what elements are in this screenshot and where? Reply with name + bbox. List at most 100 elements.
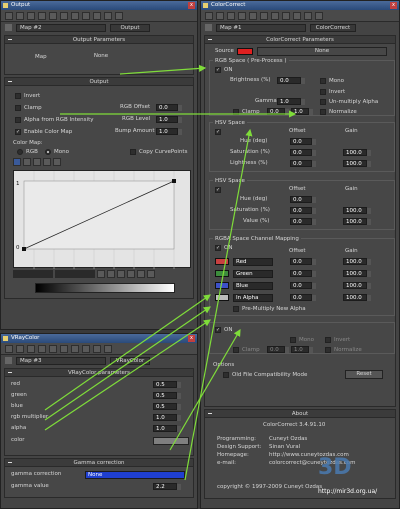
go-parent-icon[interactable] bbox=[304, 12, 312, 20]
go-sibling-icon[interactable] bbox=[115, 12, 123, 20]
map-slot-button[interactable]: None bbox=[61, 53, 141, 62]
make-unique-icon[interactable] bbox=[49, 345, 57, 353]
hue2-offset-spinner[interactable]: 0.0 bbox=[290, 196, 316, 203]
show-map-icon[interactable] bbox=[82, 345, 90, 353]
mono-checkbox[interactable] bbox=[320, 78, 326, 84]
eyedropper-icon[interactable] bbox=[5, 357, 12, 364]
insert-point-icon[interactable] bbox=[33, 158, 41, 166]
material-id-icon[interactable] bbox=[71, 12, 79, 20]
rgb-multiplier-spinner[interactable]: 1.0 bbox=[153, 414, 181, 421]
curve-x-field[interactable] bbox=[13, 270, 53, 278]
colorcorrect-map-name[interactable]: Map #1 bbox=[216, 23, 306, 32]
saturation-offset-spinner[interactable]: 0.0 bbox=[290, 149, 316, 156]
source-color-swatch[interactable] bbox=[237, 48, 253, 55]
colorcorrect-titlebar[interactable]: ColorCorrect x bbox=[201, 1, 399, 10]
show-end-result-icon[interactable] bbox=[93, 12, 101, 20]
unmultiply-checkbox[interactable] bbox=[320, 99, 326, 105]
post-clamp-min-spinner[interactable]: 0.0 bbox=[267, 346, 289, 353]
output-header[interactable]: Output bbox=[5, 78, 193, 86]
vraycolor-map-type-button[interactable]: VRayColor bbox=[110, 356, 150, 365]
go-parent-icon[interactable] bbox=[104, 12, 112, 20]
zoom-region-icon[interactable] bbox=[147, 270, 155, 278]
blue-spinner[interactable]: 0.5 bbox=[153, 403, 181, 410]
green-offset-spinner[interactable]: 0.0 bbox=[290, 270, 316, 277]
pick-material-icon[interactable] bbox=[5, 12, 13, 20]
rgb-radio[interactable] bbox=[17, 149, 23, 155]
assign-material-icon[interactable] bbox=[227, 12, 235, 20]
show-end-result-icon[interactable] bbox=[93, 345, 101, 353]
put-to-scene-icon[interactable] bbox=[16, 345, 24, 353]
put-to-library-icon[interactable] bbox=[260, 12, 268, 20]
red-spinner[interactable]: 0.5 bbox=[153, 381, 181, 388]
green-spinner[interactable]: 0.5 bbox=[153, 392, 181, 399]
vraycolor-params-header[interactable]: VRayColor parameters bbox=[5, 369, 193, 377]
gamma-correction-header[interactable]: Gamma correction bbox=[5, 459, 193, 467]
alpha-swatch[interactable] bbox=[215, 294, 229, 301]
make-unique-icon[interactable] bbox=[49, 12, 57, 20]
scale-point-icon[interactable] bbox=[23, 158, 31, 166]
green-gain-spinner[interactable]: 100.0 bbox=[343, 270, 371, 277]
value-offset-spinner[interactable]: 0.0 bbox=[290, 218, 316, 225]
clamp-checkbox[interactable] bbox=[233, 109, 239, 115]
post-clamp-checkbox[interactable] bbox=[233, 347, 239, 353]
saturation2-offset-spinner[interactable]: 0.0 bbox=[290, 207, 316, 214]
red-offset-spinner[interactable]: 0.0 bbox=[290, 258, 316, 265]
colorcorrect-params-header[interactable]: ColorCorrect Parameters bbox=[205, 36, 395, 44]
copy-curve-checkbox[interactable] bbox=[130, 149, 136, 155]
post-mono-checkbox[interactable] bbox=[290, 337, 296, 343]
show-end-result-icon[interactable] bbox=[293, 12, 301, 20]
saturation2-gain-spinner[interactable]: 100.0 bbox=[343, 207, 371, 214]
red-channel-dropdown[interactable]: Red bbox=[233, 258, 273, 266]
rgb-level-spinner[interactable]: 1.0 bbox=[156, 116, 182, 123]
source-map-button[interactable]: None bbox=[257, 47, 387, 56]
material-id-icon[interactable] bbox=[271, 12, 279, 20]
put-to-library-icon[interactable] bbox=[60, 345, 68, 353]
put-to-scene-icon[interactable] bbox=[216, 12, 224, 20]
color-swatch[interactable] bbox=[153, 437, 189, 445]
brightness-spinner[interactable]: 0.0 bbox=[277, 77, 305, 84]
go-sibling-icon[interactable] bbox=[315, 12, 323, 20]
post-clamp-max-spinner[interactable]: 1.0 bbox=[291, 346, 313, 353]
normalize-checkbox[interactable] bbox=[320, 109, 326, 115]
zoom-vertical-icon[interactable] bbox=[127, 270, 135, 278]
vraycolor-map-name[interactable]: Map #3 bbox=[16, 356, 106, 365]
hue-offset-spinner[interactable]: 0.0 bbox=[290, 138, 316, 145]
material-id-icon[interactable] bbox=[71, 345, 79, 353]
put-to-scene-icon[interactable] bbox=[16, 12, 24, 20]
reset-map-icon[interactable] bbox=[238, 12, 246, 20]
move-point-icon[interactable] bbox=[13, 158, 21, 166]
rgb-on-checkbox[interactable] bbox=[215, 67, 221, 73]
old-compat-checkbox[interactable] bbox=[223, 372, 229, 378]
premult-checkbox[interactable] bbox=[233, 306, 239, 312]
pick-material-icon[interactable] bbox=[5, 345, 13, 353]
show-map-icon[interactable] bbox=[82, 12, 90, 20]
about-header[interactable]: About bbox=[205, 410, 395, 418]
close-icon[interactable]: x bbox=[188, 2, 195, 9]
green-swatch[interactable] bbox=[215, 270, 229, 277]
make-unique-icon[interactable] bbox=[249, 12, 257, 20]
clamp-max-spinner[interactable]: 1.0 bbox=[291, 108, 313, 115]
saturation-gain-spinner[interactable]: 100.0 bbox=[343, 149, 371, 156]
enable-color-map-checkbox[interactable] bbox=[15, 129, 21, 135]
blue-gain-spinner[interactable]: 100.0 bbox=[343, 282, 371, 289]
reset-map-icon[interactable] bbox=[38, 345, 46, 353]
red-swatch[interactable] bbox=[215, 258, 229, 265]
alpha-gain-spinner[interactable]: 100.0 bbox=[343, 294, 371, 301]
zoom-horizontal-icon[interactable] bbox=[117, 270, 125, 278]
vraycolor-titlebar[interactable]: VRayColor x bbox=[1, 334, 197, 343]
output-map-type-button[interactable]: Output bbox=[110, 23, 150, 32]
assign-material-icon[interactable] bbox=[27, 345, 35, 353]
curve-graph[interactable]: 1 0 bbox=[13, 170, 191, 269]
blue-swatch[interactable] bbox=[215, 282, 229, 289]
reset-curve-icon[interactable] bbox=[53, 158, 61, 166]
assign-material-icon[interactable] bbox=[27, 12, 35, 20]
delete-point-icon[interactable] bbox=[43, 158, 51, 166]
pan-icon[interactable] bbox=[97, 270, 105, 278]
green-channel-dropdown[interactable]: Green bbox=[233, 270, 273, 278]
blue-channel-dropdown[interactable]: Blue bbox=[233, 282, 273, 290]
clamp-checkbox[interactable] bbox=[15, 105, 21, 111]
put-to-library-icon[interactable] bbox=[60, 12, 68, 20]
invert-checkbox[interactable] bbox=[15, 93, 21, 99]
value-gain-spinner[interactable]: 100.0 bbox=[343, 218, 371, 225]
zoom-icon[interactable] bbox=[137, 270, 145, 278]
